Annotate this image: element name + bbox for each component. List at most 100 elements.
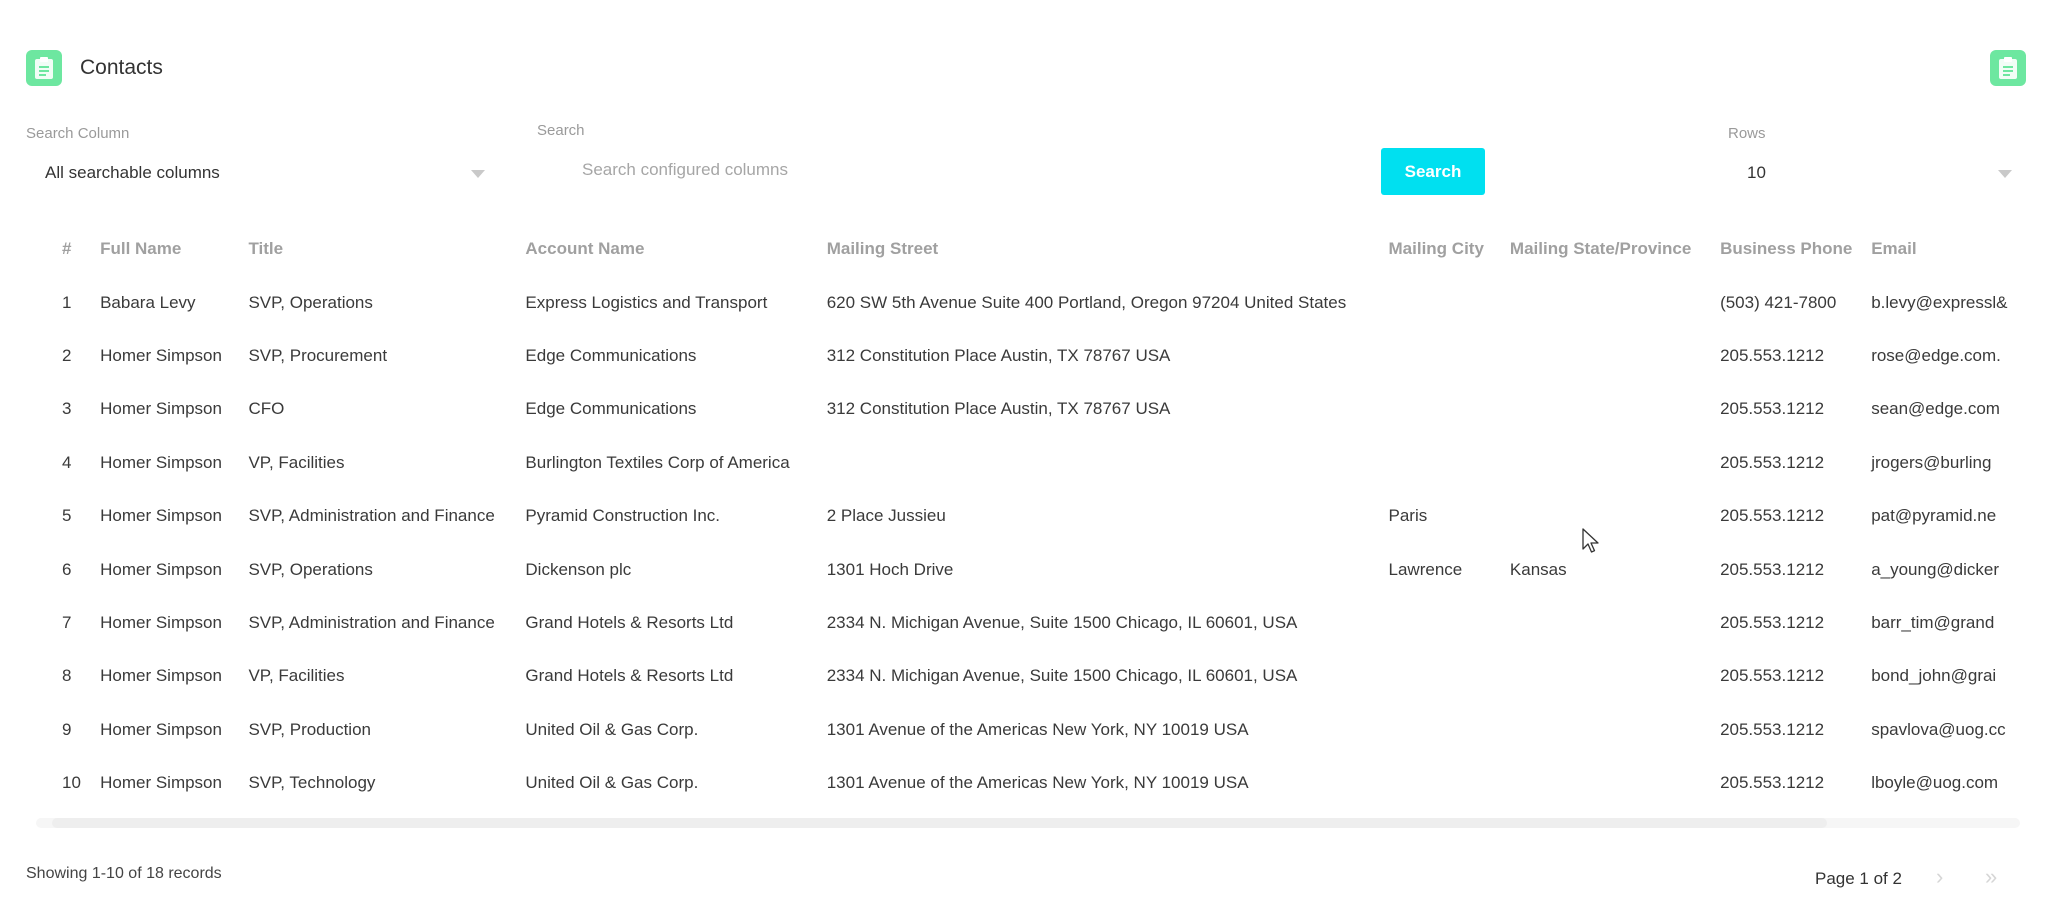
cell-mailing-city <box>1389 329 1510 382</box>
clipboard-icon <box>26 50 62 86</box>
column-header-mailing-street[interactable]: Mailing Street <box>827 222 1389 276</box>
cell-mailing-city <box>1389 436 1510 489</box>
cell-mailing-state <box>1510 596 1720 649</box>
cell-mailing-street: 312 Constitution Place Austin, TX 78767 … <box>826 346 1171 366</box>
table-row[interactable]: 3 Homer Simpson CFO Edge Communications … <box>26 383 2020 436</box>
cell-business-phone: 205.553.1212 <box>1720 613 1825 633</box>
cell-business-phone: 205.553.1212 <box>1720 506 1825 526</box>
cell-business-phone: 205.553.1212 <box>1720 399 1825 419</box>
cell-full-name: Homer Simpson <box>100 719 222 739</box>
cell-email: lboyle@uog.com <box>1871 773 1999 793</box>
cell-business-phone: 205.553.1212 <box>1720 346 1825 366</box>
column-header-email[interactable]: Email <box>1871 222 2020 276</box>
cell-number: 8 <box>62 666 72 686</box>
cell-email: b.levy@expressl& <box>1871 292 2008 312</box>
horizontal-scrollbar-thumb[interactable] <box>52 818 1827 828</box>
cell-title: VP, Facilities <box>248 452 345 472</box>
cell-title: SVP, Operations <box>248 292 373 312</box>
search-label: Search <box>537 122 585 139</box>
cell-title: SVP, Procurement <box>248 346 388 366</box>
cell-number: 7 <box>62 613 72 633</box>
page-header: Contacts <box>26 50 163 86</box>
cell-number: 3 <box>62 399 72 419</box>
cell-mailing-state <box>1510 329 1720 382</box>
cell-mailing-city <box>1389 650 1510 703</box>
cell-account-name: Express Logistics and Transport <box>525 292 768 312</box>
cell-email: rose@edge.com. <box>1871 346 2001 366</box>
cell-mailing-state <box>1510 383 1720 436</box>
cell-mailing-street: 1301 Avenue of the Americas New York, NY… <box>826 773 1249 793</box>
cell-full-name: Homer Simpson <box>100 346 222 366</box>
table-row[interactable]: 7 Homer Simpson SVP, Administration and … <box>26 596 2020 649</box>
chevron-down-icon[interactable] <box>471 170 485 178</box>
table-row[interactable]: 8 Homer Simpson VP, Facilities Grand Hot… <box>26 650 2020 703</box>
column-header-title[interactable]: Title <box>248 222 525 276</box>
search-column-select[interactable]: All searchable columns <box>45 158 490 188</box>
cell-mailing-state <box>1510 703 1720 756</box>
column-header-number[interactable]: # <box>26 222 100 276</box>
page-title: Contacts <box>80 56 163 79</box>
cell-account-name: Grand Hotels & Resorts Ltd <box>525 613 734 633</box>
cell-full-name: Homer Simpson <box>100 613 222 633</box>
column-header-mailing-city[interactable]: Mailing City <box>1389 222 1510 276</box>
rows-label: Rows <box>1728 125 1766 142</box>
table-row[interactable]: 10 Homer Simpson SVP, Technology United … <box>26 757 2020 810</box>
chevron-down-icon[interactable] <box>1998 170 2012 178</box>
cell-mailing-street: 312 Constitution Place Austin, TX 78767 … <box>826 399 1171 419</box>
cell-account-name: Burlington Textiles Corp of America <box>525 452 790 472</box>
cell-mailing-city: Paris <box>1388 506 1428 526</box>
page-indicator: Page 1 of 2 <box>1815 869 1902 888</box>
cell-mailing-state <box>1510 490 1720 543</box>
cell-number: 5 <box>62 506 72 526</box>
cell-mailing-state: Kansas <box>1509 559 1567 579</box>
table-row[interactable]: 6 Homer Simpson SVP, Operations Dickenso… <box>26 543 2020 596</box>
cell-mailing-street: 2 Place Jussieu <box>826 506 946 526</box>
cell-full-name: Homer Simpson <box>100 399 222 419</box>
cell-mailing-state <box>1510 650 1720 703</box>
search-button[interactable]: Search <box>1381 148 1485 195</box>
column-header-account-name[interactable]: Account Name <box>525 222 826 276</box>
cell-title: CFO <box>248 399 285 419</box>
cell-account-name: United Oil & Gas Corp. <box>525 773 699 793</box>
cell-mailing-city <box>1389 383 1510 436</box>
chevron-right-icon[interactable]: › <box>1936 866 1943 888</box>
cell-mailing-city: Lawrence <box>1388 559 1463 579</box>
table-row[interactable]: 2 Homer Simpson SVP, Procurement Edge Co… <box>26 329 2020 382</box>
cell-email: sean@edge.com <box>1871 399 2000 419</box>
table-row[interactable]: 9 Homer Simpson SVP, Production United O… <box>26 703 2020 756</box>
cell-full-name: Homer Simpson <box>100 666 222 686</box>
search-input[interactable] <box>582 155 1362 185</box>
column-header-full-name[interactable]: Full Name <box>100 222 248 276</box>
cell-number: 9 <box>62 719 72 739</box>
clipboard-icon[interactable] <box>1990 50 2026 86</box>
cell-mailing-city <box>1389 703 1510 756</box>
cell-business-phone: 205.553.1212 <box>1720 559 1825 579</box>
cell-title: SVP, Technology <box>248 773 376 793</box>
cell-title: VP, Facilities <box>248 666 345 686</box>
cell-business-phone: 205.553.1212 <box>1720 666 1825 686</box>
cell-account-name: Edge Communications <box>525 346 697 366</box>
contacts-table: # Full Name Title Account Name Mailing S… <box>26 222 2020 810</box>
column-header-mailing-state[interactable]: Mailing State/Province <box>1510 222 1720 276</box>
cell-account-name: Grand Hotels & Resorts Ltd <box>525 666 734 686</box>
table-header-row: # Full Name Title Account Name Mailing S… <box>26 222 2020 276</box>
cell-email: bond_john@grai <box>1871 666 1997 686</box>
cell-account-name: United Oil & Gas Corp. <box>525 719 699 739</box>
rows-select[interactable]: 10 <box>1747 158 2017 188</box>
cell-full-name: Homer Simpson <box>100 773 222 793</box>
table-row[interactable]: 1 Babara Levy SVP, Operations Express Lo… <box>26 276 2020 329</box>
cell-full-name: Homer Simpson <box>100 506 222 526</box>
cell-mailing-street: 2334 N. Michigan Avenue, Suite 1500 Chic… <box>826 613 1298 633</box>
table-row[interactable]: 4 Homer Simpson VP, Facilities Burlingto… <box>26 436 2020 489</box>
table-row[interactable]: 5 Homer Simpson SVP, Administration and … <box>26 490 2020 543</box>
cell-number: 10 <box>62 773 81 793</box>
contacts-table-container: # Full Name Title Account Name Mailing S… <box>26 222 2020 810</box>
double-chevron-right-icon[interactable]: » <box>1985 866 1997 888</box>
rows-value: 10 <box>1747 163 1766 182</box>
cell-number: 6 <box>62 559 72 579</box>
column-header-business-phone[interactable]: Business Phone <box>1720 222 1871 276</box>
cell-number: 1 <box>62 292 72 312</box>
search-column-value: All searchable columns <box>45 163 220 182</box>
cell-mailing-state <box>1510 276 1720 329</box>
cell-mailing-street: 1301 Hoch Drive <box>826 559 954 579</box>
